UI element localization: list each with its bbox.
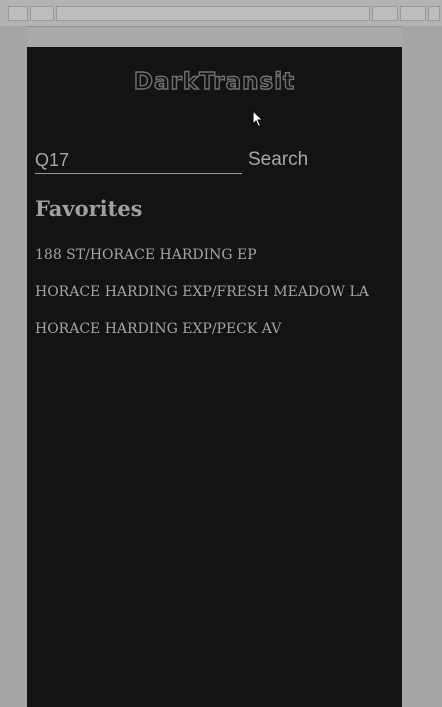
search-bar: Search: [35, 147, 395, 175]
left-margin: [0, 26, 27, 707]
chrome-tab-segment: [30, 6, 54, 21]
search-input[interactable]: [35, 147, 242, 174]
search-button[interactable]: Search: [247, 147, 308, 173]
favorite-stop-item[interactable]: HORACE HARDING EXP/PECK AV: [35, 319, 395, 356]
chrome-tab-segment: [372, 6, 398, 21]
window-chrome-bar: [0, 0, 442, 27]
chrome-tab-segment: [8, 6, 28, 21]
mouse-pointer-icon: [252, 110, 264, 128]
favorite-stop-item[interactable]: 188 ST/HORACE HARDING EP: [35, 245, 395, 282]
favorites-heading: Favorites: [35, 196, 143, 221]
app-panel: DarkTransit Search Favorites 188 ST/HORA…: [27, 47, 402, 707]
favorite-stop-item[interactable]: HORACE HARDING EXP/FRESH MEADOW LA: [35, 282, 395, 319]
chrome-tab-segment: [428, 6, 440, 21]
favorites-list: 188 ST/HORACE HARDING EP HORACE HARDING …: [35, 245, 395, 356]
right-margin: [402, 26, 442, 707]
chrome-tab-segment: [400, 6, 426, 21]
chrome-tab-segment: [56, 6, 370, 21]
app-logo: DarkTransit: [133, 68, 296, 95]
